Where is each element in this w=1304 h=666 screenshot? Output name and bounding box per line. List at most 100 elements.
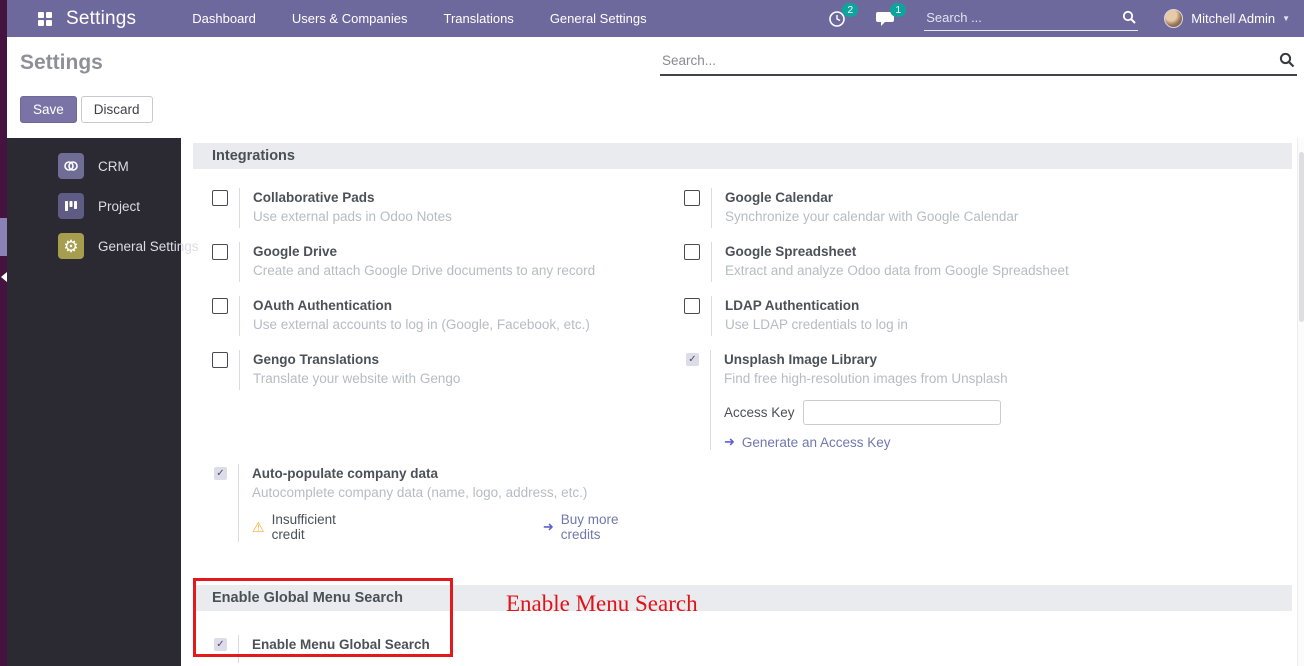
gear-icon: ⚙ bbox=[58, 233, 84, 259]
warning-icon: ⚠ bbox=[252, 519, 265, 536]
arrow-right-icon: ➜ bbox=[724, 434, 735, 450]
chevron-down-icon[interactable]: ▼ bbox=[1282, 14, 1290, 23]
setting-title: Google Spreadsheet bbox=[725, 242, 1069, 261]
settings-content: Integrations ✓ Collaborative Pads Use ex… bbox=[181, 138, 1297, 666]
checkbox[interactable]: ✓ bbox=[212, 190, 228, 206]
setting-description: Extract and analyze Odoo data from Googl… bbox=[725, 261, 1069, 280]
vertical-scrollbar[interactable] bbox=[1297, 138, 1304, 666]
scrollbar-thumb[interactable] bbox=[1299, 152, 1304, 322]
save-button[interactable]: Save bbox=[20, 96, 77, 123]
main-menu: Dashboard Users & Companies Translations… bbox=[192, 11, 646, 26]
activity-clock-icon[interactable]: 2 bbox=[828, 9, 850, 29]
menu-item-translations[interactable]: Translations bbox=[443, 11, 513, 26]
checkbox[interactable]: ✓ bbox=[212, 352, 228, 368]
section-title: Enable Global Menu Search bbox=[212, 590, 403, 606]
sidebar-item-crm[interactable]: CRM bbox=[7, 146, 181, 186]
navbar-search-input[interactable] bbox=[924, 7, 1138, 31]
setting-box-ldap-authentication: ✓ LDAP Authentication Use LDAP credentia… bbox=[684, 296, 1132, 336]
generate-access-key-row: ➜ Generate an Access Key bbox=[724, 434, 1008, 450]
check-icon: ✓ bbox=[686, 353, 699, 366]
activity-badge: 2 bbox=[842, 3, 858, 17]
sidebar-item-label: Project bbox=[98, 199, 140, 214]
setting-box-oauth-authentication: ✓ OAuth Authentication Use external acco… bbox=[212, 296, 660, 336]
crm-icon bbox=[58, 153, 84, 179]
setting-title: Unsplash Image Library bbox=[724, 350, 1008, 369]
credit-row: ⚠ Insufficient credit ➜ Buy more credits bbox=[252, 512, 660, 542]
page-title: Settings bbox=[20, 51, 103, 75]
checkbox[interactable]: ✓ bbox=[684, 244, 700, 260]
setting-description: Use external accounts to log in (Google,… bbox=[253, 315, 590, 334]
menu-item-users-companies[interactable]: Users & Companies bbox=[292, 11, 408, 26]
setting-description: Translate your website with Gengo bbox=[253, 369, 460, 388]
check-icon: ✓ bbox=[214, 638, 227, 651]
settings-grid: ✓ Collaborative Pads Use external pads i… bbox=[212, 188, 1132, 542]
checkbox[interactable]: ✓ bbox=[214, 467, 227, 480]
arrow-right-icon: ➜ bbox=[543, 519, 554, 535]
setting-box-google-spreadsheet: ✓ Google Spreadsheet Extract and analyze… bbox=[684, 242, 1132, 282]
check-icon: ✓ bbox=[214, 467, 227, 480]
access-key-label: Access Key bbox=[724, 405, 795, 420]
checkbox[interactable]: ✓ bbox=[214, 638, 227, 651]
setting-description: Find free high-resolution images from Un… bbox=[724, 369, 1008, 388]
setting-title: Enable Menu Global Search bbox=[252, 635, 430, 654]
search-icon bbox=[1279, 52, 1295, 68]
user-menu[interactable]: Mitchell Admin bbox=[1191, 11, 1275, 26]
sidebar-item-project[interactable]: Project bbox=[7, 186, 181, 226]
setting-title: Google Calendar bbox=[725, 188, 1018, 207]
view-search bbox=[660, 49, 1297, 76]
setting-box-gengo-translations: ✓ Gengo Translations Translate your webs… bbox=[212, 350, 660, 390]
project-icon bbox=[58, 193, 84, 219]
left-edge-strip bbox=[0, 0, 7, 666]
sidebar-item-label: General Settings bbox=[98, 239, 199, 254]
navbar-search bbox=[924, 7, 1138, 31]
discard-button[interactable]: Discard bbox=[81, 96, 153, 123]
setting-description: Use external pads in Odoo Notes bbox=[253, 207, 452, 226]
header-buttons: Save Discard bbox=[20, 96, 153, 123]
setting-box-unsplash: ✓ Unsplash Image Library Find free high-… bbox=[684, 350, 1132, 450]
setting-title: Gengo Translations bbox=[253, 350, 460, 369]
messages-chat-icon[interactable]: 1 bbox=[876, 9, 898, 29]
menu-item-dashboard[interactable]: Dashboard bbox=[192, 11, 256, 26]
app-title: Settings bbox=[66, 8, 136, 30]
setting-title: LDAP Authentication bbox=[725, 296, 908, 315]
sidebar-collapse-arrow-icon[interactable] bbox=[1, 272, 7, 282]
setting-title: OAuth Authentication bbox=[253, 296, 590, 315]
messages-badge: 1 bbox=[890, 3, 906, 17]
left-scrollbar-thumb[interactable] bbox=[0, 218, 7, 256]
setting-description: Synchronize your calendar with Google Ca… bbox=[725, 207, 1018, 226]
checkbox[interactable]: ✓ bbox=[212, 244, 228, 260]
access-key-row: Access Key bbox=[724, 400, 1008, 425]
setting-title: Google Drive bbox=[253, 242, 595, 261]
generate-access-key-link[interactable]: Generate an Access Key bbox=[742, 435, 891, 450]
setting-title: Collaborative Pads bbox=[253, 188, 452, 207]
access-key-input[interactable] bbox=[803, 400, 1001, 425]
apps-menu-icon[interactable] bbox=[38, 12, 52, 26]
setting-title: Auto-populate company data bbox=[252, 464, 660, 483]
section-header-integrations: Integrations bbox=[193, 143, 1292, 169]
buy-more-credits-link[interactable]: Buy more credits bbox=[561, 512, 660, 542]
setting-box-autopopulate: ✓ Auto-populate company data Autocomplet… bbox=[212, 464, 660, 542]
buy-credits-row: ➜ Buy more credits bbox=[543, 512, 660, 542]
navbar-right: 2 1 Mitchell Admin ▼ bbox=[828, 7, 1304, 31]
insufficient-credit-text: Insufficient credit bbox=[272, 512, 371, 542]
view-search-input[interactable] bbox=[660, 49, 1297, 76]
sidebar-item-label: CRM bbox=[98, 159, 129, 174]
annotation-red-text: Enable Menu Search bbox=[506, 591, 698, 617]
menu-item-general-settings[interactable]: General Settings bbox=[550, 11, 647, 26]
checkbox[interactable]: ✓ bbox=[686, 353, 699, 366]
setting-box-google-calendar: ✓ Google Calendar Synchronize your calen… bbox=[684, 188, 1132, 228]
section-header-menu-search: Enable Global Menu Search bbox=[193, 585, 1292, 611]
section-title: Integrations bbox=[212, 148, 295, 164]
user-avatar[interactable] bbox=[1164, 9, 1183, 28]
setting-description: Use LDAP credentials to log in bbox=[725, 315, 908, 334]
control-header: Settings Save Discard bbox=[7, 37, 1304, 138]
checkbox[interactable]: ✓ bbox=[684, 298, 700, 314]
setting-description: Create and attach Google Drive documents… bbox=[253, 261, 595, 280]
search-icon bbox=[1122, 10, 1136, 24]
sidebar-item-general-settings[interactable]: ⚙ General Settings bbox=[7, 226, 181, 266]
setting-box-enable-menu-global-search: ✓ Enable Menu Global Search bbox=[212, 635, 430, 663]
checkbox[interactable]: ✓ bbox=[684, 190, 700, 206]
setting-box-google-drive: ✓ Google Drive Create and attach Google … bbox=[212, 242, 660, 282]
settings-sidebar: CRM Project ⚙ General Settings bbox=[7, 138, 181, 666]
checkbox[interactable]: ✓ bbox=[212, 298, 228, 314]
